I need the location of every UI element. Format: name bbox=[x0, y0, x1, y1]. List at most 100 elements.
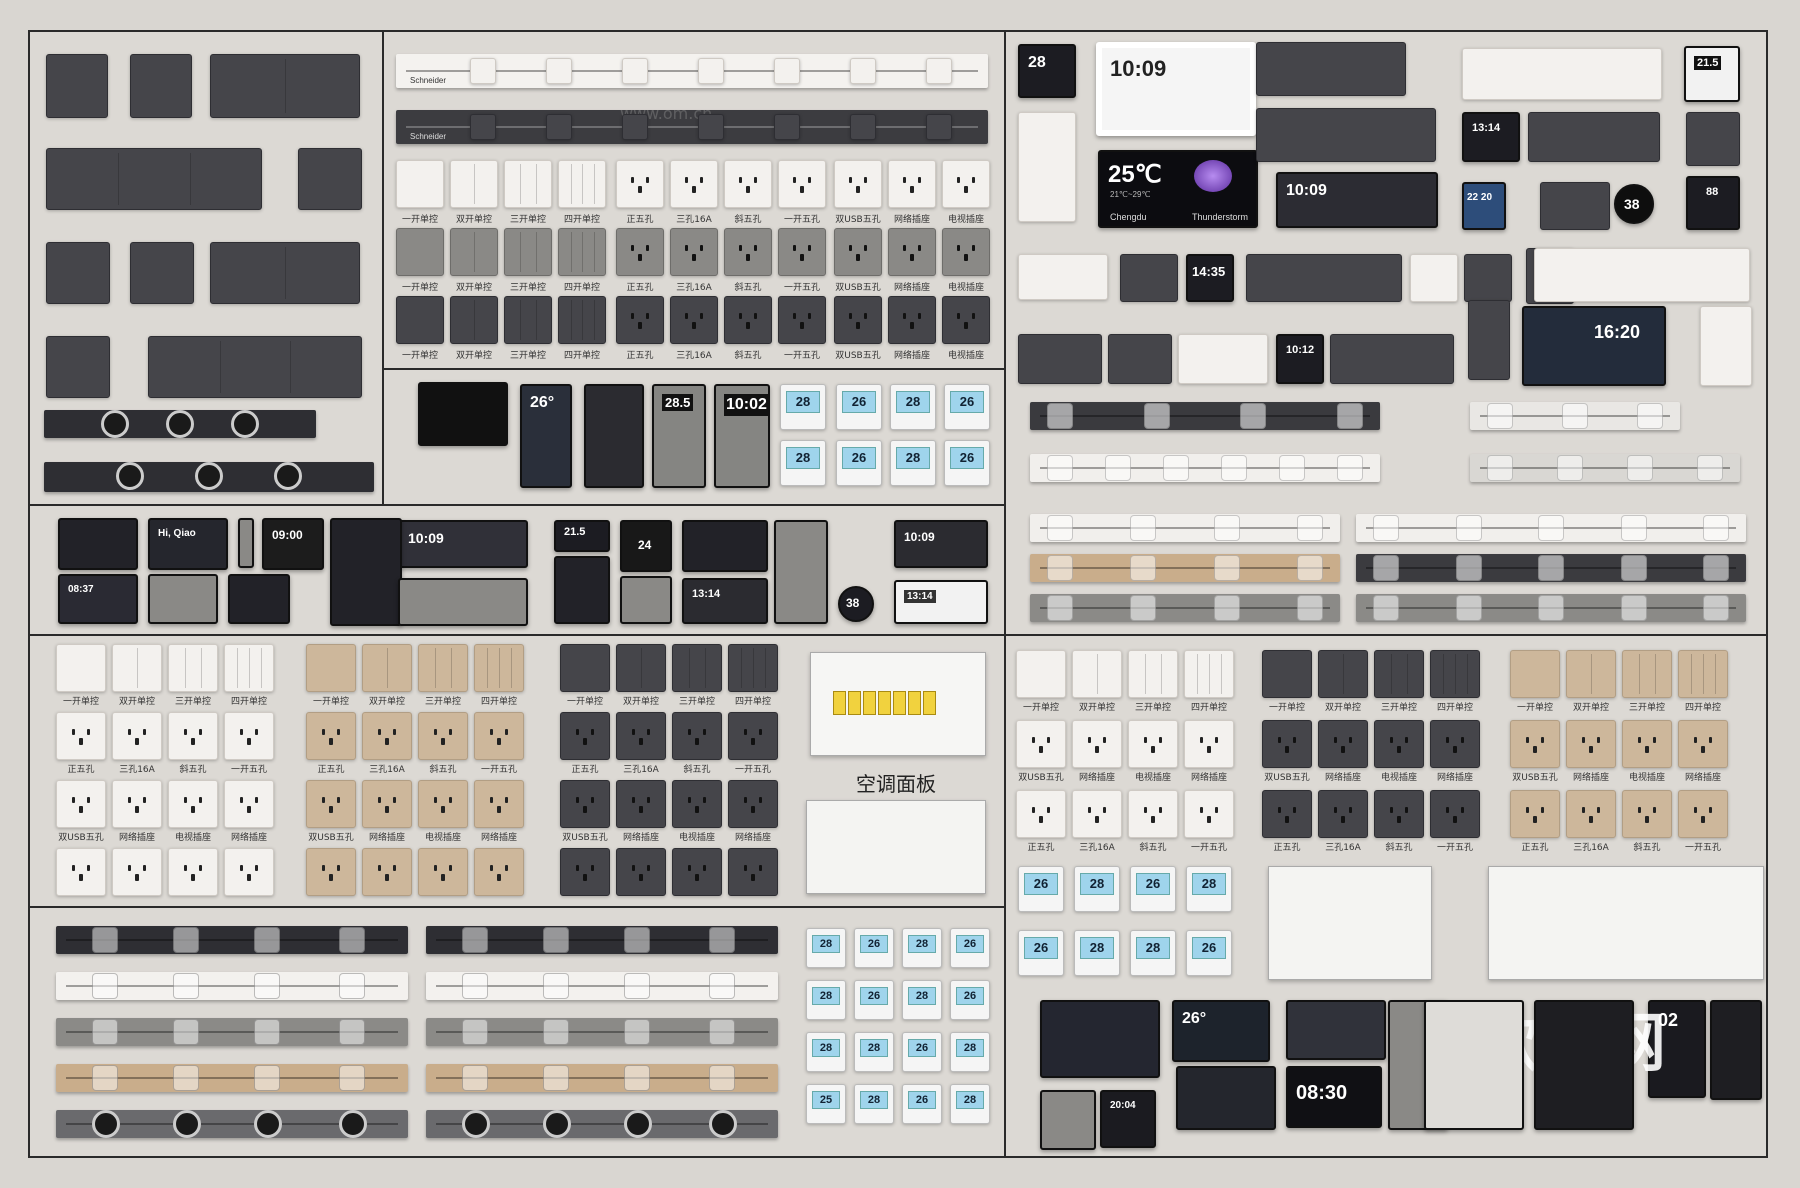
dark-smart-panel[interactable] bbox=[130, 242, 194, 304]
screen-09-00[interactable]: 09:00 bbox=[262, 518, 324, 570]
switch-panel[interactable] bbox=[1128, 790, 1178, 838]
rotary-dial-icon[interactable] bbox=[166, 410, 194, 438]
switch-panel[interactable] bbox=[168, 712, 218, 760]
switch-panel[interactable] bbox=[1016, 650, 1066, 698]
switch-panel[interactable] bbox=[728, 848, 778, 896]
smart-panel-module[interactable] bbox=[1528, 112, 1660, 162]
switch-panel[interactable] bbox=[56, 712, 106, 760]
track-socket-module[interactable] bbox=[926, 114, 952, 140]
switch-panel[interactable] bbox=[1622, 720, 1672, 768]
switch-panel[interactable] bbox=[616, 228, 664, 276]
switch-panel[interactable] bbox=[362, 644, 412, 692]
track-socket-module[interactable] bbox=[1538, 595, 1564, 621]
switch-panel[interactable] bbox=[1016, 720, 1066, 768]
switch-panel[interactable] bbox=[670, 160, 718, 208]
switch-panel[interactable] bbox=[560, 848, 610, 896]
switch-panel[interactable] bbox=[1184, 720, 1234, 768]
switch-panel[interactable] bbox=[672, 780, 722, 828]
track-socket-module[interactable] bbox=[1620, 515, 1647, 541]
ac-thermostat[interactable]: 28 bbox=[1074, 930, 1120, 976]
rotary-dial-icon[interactable] bbox=[195, 462, 223, 490]
switch-panel[interactable] bbox=[362, 780, 412, 828]
dark-smart-panel[interactable] bbox=[298, 148, 362, 210]
dark-smart-panel[interactable] bbox=[46, 336, 110, 398]
track-socket-module[interactable] bbox=[254, 927, 281, 953]
switch-panel[interactable] bbox=[450, 160, 498, 208]
track-socket-module[interactable] bbox=[462, 927, 489, 953]
screen-13-14[interactable]: 13:14 bbox=[1462, 112, 1520, 162]
smart-screen-panel[interactable] bbox=[228, 574, 290, 624]
track-socket-module[interactable] bbox=[92, 1065, 119, 1091]
switch-panel[interactable] bbox=[728, 644, 778, 692]
switch-panel[interactable] bbox=[728, 780, 778, 828]
switch-panel[interactable] bbox=[306, 712, 356, 760]
smart-panel-module[interactable] bbox=[1540, 182, 1610, 230]
track-socket-module[interactable] bbox=[543, 927, 570, 953]
track-socket-module[interactable] bbox=[1703, 595, 1729, 621]
circuit-breaker[interactable] bbox=[863, 691, 876, 715]
screen-28-5[interactable]: 28.5 bbox=[652, 384, 706, 488]
switch-panel[interactable] bbox=[834, 296, 882, 344]
track-socket-module[interactable] bbox=[1373, 595, 1399, 621]
smart-panel-module[interactable] bbox=[1468, 300, 1510, 380]
track-socket-module[interactable] bbox=[1297, 555, 1323, 581]
smart-screen-panel[interactable] bbox=[774, 520, 828, 624]
smart-screen-panel[interactable] bbox=[1286, 1000, 1386, 1060]
switch-panel[interactable] bbox=[1430, 650, 1480, 698]
smart-screen-panel[interactable] bbox=[148, 574, 218, 624]
switch-panel[interactable] bbox=[504, 296, 552, 344]
switch-panel[interactable] bbox=[1430, 790, 1480, 838]
switch-panel[interactable] bbox=[1510, 790, 1560, 838]
screen-10-12[interactable]: 10:12 bbox=[1276, 334, 1324, 384]
switch-panel[interactable] bbox=[616, 296, 664, 344]
screen-16-20[interactable]: 16:20 bbox=[1522, 306, 1666, 386]
screen-21-5-mid[interactable]: 21.5 bbox=[554, 520, 610, 552]
ac-thermostat[interactable]: 26 bbox=[1018, 866, 1064, 912]
switch-panel[interactable] bbox=[450, 228, 498, 276]
track-socket-module[interactable] bbox=[624, 1065, 651, 1091]
switch-panel[interactable] bbox=[168, 644, 218, 692]
track-socket-module[interactable] bbox=[462, 1019, 489, 1045]
switch-panel[interactable] bbox=[888, 296, 936, 344]
ac-thermostat[interactable]: 28 bbox=[780, 384, 826, 430]
track-socket-module[interactable] bbox=[708, 927, 735, 953]
ac-thermostat[interactable]: 28 bbox=[1186, 866, 1232, 912]
screen-10-09-mid2[interactable]: 10:09 bbox=[894, 520, 988, 568]
circuit-breaker[interactable] bbox=[893, 691, 906, 715]
switch-panel[interactable] bbox=[670, 228, 718, 276]
screen-vertical[interactable] bbox=[584, 384, 644, 488]
track-socket-module[interactable] bbox=[698, 114, 724, 140]
track-socket-module[interactable] bbox=[543, 973, 570, 999]
rotary-dial-icon[interactable] bbox=[231, 410, 260, 438]
switch-panel[interactable] bbox=[396, 160, 444, 208]
track-socket-module[interactable] bbox=[1163, 455, 1189, 481]
ac-thermostat[interactable]: 28 bbox=[854, 1032, 894, 1072]
track-socket-module[interactable] bbox=[173, 1065, 200, 1091]
screen-10-09-mid[interactable]: 10:09 bbox=[398, 520, 528, 568]
switch-panel[interactable] bbox=[834, 228, 882, 276]
track-socket-module[interactable] bbox=[1221, 455, 1247, 481]
switch-panel[interactable] bbox=[362, 712, 412, 760]
switch-panel[interactable] bbox=[224, 848, 274, 896]
dark-smart-panel[interactable] bbox=[130, 54, 192, 118]
track-socket-module[interactable] bbox=[1455, 595, 1482, 621]
switch-panel[interactable] bbox=[474, 780, 524, 828]
track-socket-module[interactable] bbox=[1538, 555, 1564, 581]
switch-panel[interactable] bbox=[1678, 650, 1728, 698]
switch-panel[interactable] bbox=[112, 780, 162, 828]
screen-temp-chengdu[interactable]: 25℃ 21℃~29℃ Chengdu Thunderstorm bbox=[1098, 150, 1258, 228]
track-socket-module[interactable] bbox=[926, 58, 952, 84]
track-socket-module[interactable] bbox=[173, 973, 200, 999]
track-socket-module[interactable] bbox=[254, 973, 281, 999]
ac-thermostat[interactable]: 26 bbox=[944, 440, 990, 486]
track-socket-module[interactable] bbox=[1637, 403, 1663, 429]
track-socket-module[interactable] bbox=[850, 58, 876, 84]
ac-thermostat[interactable]: 26 bbox=[836, 384, 882, 430]
dark-smart-panel[interactable] bbox=[46, 148, 262, 210]
track-socket-module[interactable] bbox=[708, 973, 735, 999]
track-socket-module[interactable] bbox=[543, 1065, 570, 1091]
ac-thermostat[interactable]: 26 bbox=[1130, 866, 1176, 912]
rotary-dial-icon[interactable] bbox=[92, 1110, 121, 1138]
ac-thermostat[interactable]: 28 bbox=[806, 1032, 846, 1072]
screen-88[interactable]: 88 bbox=[1686, 176, 1740, 230]
